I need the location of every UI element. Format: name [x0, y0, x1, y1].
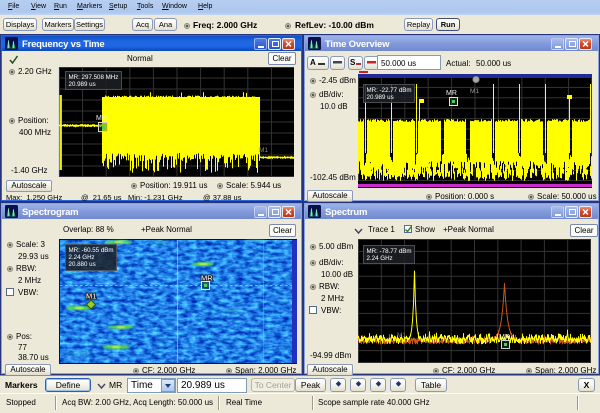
- svg-text:MR: MR: [499, 334, 510, 341]
- svg-text:A: A: [310, 58, 316, 67]
- svg-text:M1: M1: [470, 88, 479, 95]
- svg-text:M1: M1: [397, 332, 406, 339]
- svg-text:M1: M1: [259, 147, 268, 154]
- svg-text:M1: M1: [86, 292, 96, 301]
- svg-text:MR: MR: [446, 90, 457, 97]
- svg-text:S: S: [350, 58, 356, 67]
- svg-text:MR: MR: [96, 115, 107, 122]
